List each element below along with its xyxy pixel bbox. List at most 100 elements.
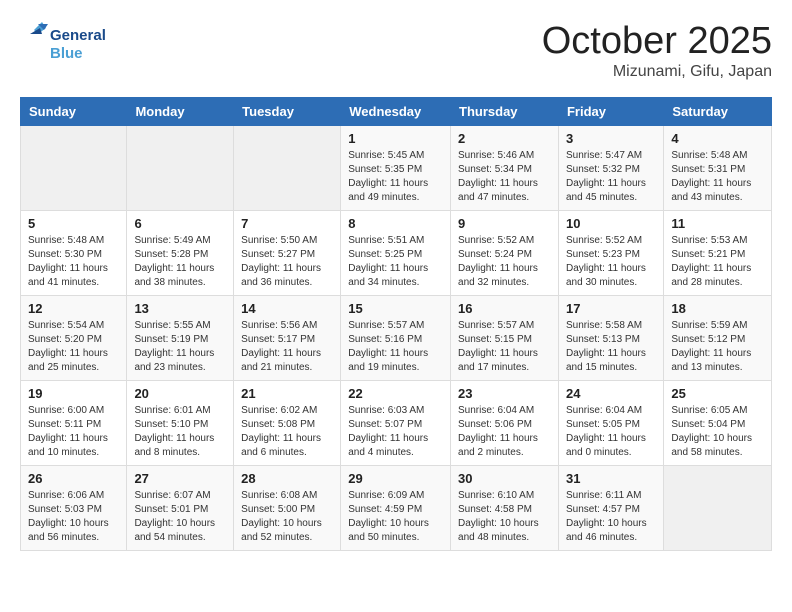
day-cell: 16 Sunrise: 5:57 AM Sunset: 5:15 PM Dayli… — [451, 296, 559, 381]
day-cell: 6Sunrise: 5:49 AM Sunset: 5:28 PM Daylig… — [127, 211, 234, 296]
calendar-table: SundayMondayTuesdayWednesdayThursdayFrid… — [20, 97, 772, 551]
day-info: Sunrise: 6:10 AM Sunset: 4:58 PM Dayligh… — [458, 489, 551, 545]
day-number: 15 — [348, 301, 443, 316]
day-header-friday: Friday — [558, 98, 663, 126]
day-info: Sunrise: 5:45 AM Sunset: 5:35 PM Dayligh… — [348, 149, 443, 205]
day-info: Sunrise: 6:08 AM Sunset: 5:00 PM Dayligh… — [241, 489, 333, 545]
day-info: Sunrise: 5:54 AM Sunset: 5:20 PM Dayligh… — [28, 319, 119, 375]
day-number: 10 — [566, 216, 656, 231]
day-info: Sunrise: 5:52 AM Sunset: 5:23 PM Dayligh… — [566, 234, 656, 290]
day-cell: 9 Sunrise: 5:52 AM Sunset: 5:24 PM Daylig… — [451, 211, 559, 296]
header: General Blue October 2025 Mizunami, Gifu… — [20, 20, 772, 81]
day-info: Sunrise: 5:59 AM Sunset: 5:12 PM Dayligh… — [671, 319, 764, 375]
day-info: Sunrise: 6:06 AM Sunset: 5:03 PM Dayligh… — [28, 489, 119, 545]
day-number: 11 — [671, 216, 764, 231]
day-info: Sunrise: 5:57 AM Sunset: 5:15 PM Dayligh… — [458, 319, 551, 375]
day-info: Sunrise: 6:09 AM Sunset: 4:59 PM Dayligh… — [348, 489, 443, 545]
day-cell: 17 Sunrise: 5:58 AM Sunset: 5:13 PM Dayli… — [558, 296, 663, 381]
day-cell: 24 Sunrise: 6:04 AM Sunset: 5:05 PM Dayli… — [558, 381, 663, 466]
header-row: SundayMondayTuesdayWednesdayThursdayFrid… — [21, 98, 772, 126]
day-number: 12 — [28, 301, 119, 316]
day-header-tuesday: Tuesday — [234, 98, 341, 126]
day-cell: 26 Sunrise: 6:06 AM Sunset: 5:03 PM Dayli… — [21, 466, 127, 551]
day-cell: 3 Sunrise: 5:47 AM Sunset: 5:32 PM Daylig… — [558, 126, 663, 211]
day-header-sunday: Sunday — [21, 98, 127, 126]
day-cell: 8 Sunrise: 5:51 AM Sunset: 5:25 PM Daylig… — [341, 211, 451, 296]
day-header-monday: Monday — [127, 98, 234, 126]
day-cell: 22Sunrise: 6:03 AM Sunset: 5:07 PM Dayli… — [341, 381, 451, 466]
day-info: Sunrise: 5:51 AM Sunset: 5:25 PM Dayligh… — [348, 234, 443, 290]
day-number: 5 — [28, 216, 119, 231]
day-number: 27 — [134, 471, 226, 486]
day-number: 25 — [671, 386, 764, 401]
day-cell: 4 Sunrise: 5:48 AM Sunset: 5:31 PM Daylig… — [664, 126, 772, 211]
day-number: 18 — [671, 301, 764, 316]
day-info: Sunrise: 5:49 AM Sunset: 5:28 PM Dayligh… — [134, 234, 226, 290]
day-info: Sunrise: 5:53 AM Sunset: 5:21 PM Dayligh… — [671, 234, 764, 290]
day-cell: 12 Sunrise: 5:54 AM Sunset: 5:20 PM Dayli… — [21, 296, 127, 381]
day-number: 22 — [348, 386, 443, 401]
day-info: Sunrise: 6:01 AM Sunset: 5:10 PM Dayligh… — [134, 404, 226, 460]
day-cell: 29 Sunrise: 6:09 AM Sunset: 4:59 PM Dayli… — [341, 466, 451, 551]
day-cell: 21Sunrise: 6:02 AM Sunset: 5:08 PM Dayli… — [234, 381, 341, 466]
day-number: 26 — [28, 471, 119, 486]
day-number: 4 — [671, 131, 764, 146]
day-number: 14 — [241, 301, 333, 316]
day-number: 24 — [566, 386, 656, 401]
day-cell: 28Sunrise: 6:08 AM Sunset: 5:00 PM Dayli… — [234, 466, 341, 551]
day-info: Sunrise: 6:02 AM Sunset: 5:08 PM Dayligh… — [241, 404, 333, 460]
day-cell: 2 Sunrise: 5:46 AM Sunset: 5:34 PM Daylig… — [451, 126, 559, 211]
day-info: Sunrise: 6:04 AM Sunset: 5:06 PM Dayligh… — [458, 404, 551, 460]
day-number: 7 — [241, 216, 333, 231]
week-row-1: 1Sunrise: 5:45 AM Sunset: 5:35 PM Daylig… — [21, 126, 772, 211]
day-cell: 14 Sunrise: 5:56 AM Sunset: 5:17 PM Dayli… — [234, 296, 341, 381]
day-number: 13 — [134, 301, 226, 316]
day-cell: 7 Sunrise: 5:50 AM Sunset: 5:27 PM Daylig… — [234, 211, 341, 296]
day-number: 19 — [28, 386, 119, 401]
logo-svg: General Blue — [20, 20, 130, 68]
day-number: 8 — [348, 216, 443, 231]
svg-text:Blue: Blue — [50, 45, 83, 62]
month-title: October 2025 — [542, 20, 772, 63]
day-number: 30 — [458, 471, 551, 486]
day-header-wednesday: Wednesday — [341, 98, 451, 126]
day-cell: 5Sunrise: 5:48 AM Sunset: 5:30 PM Daylig… — [21, 211, 127, 296]
day-cell: 15 Sunrise: 5:57 AM Sunset: 5:16 PM Dayli… — [341, 296, 451, 381]
week-row-5: 26 Sunrise: 6:06 AM Sunset: 5:03 PM Dayli… — [21, 466, 772, 551]
week-row-2: 5Sunrise: 5:48 AM Sunset: 5:30 PM Daylig… — [21, 211, 772, 296]
day-cell — [127, 126, 234, 211]
day-cell: 27Sunrise: 6:07 AM Sunset: 5:01 PM Dayli… — [127, 466, 234, 551]
day-header-saturday: Saturday — [664, 98, 772, 126]
day-info: Sunrise: 5:57 AM Sunset: 5:16 PM Dayligh… — [348, 319, 443, 375]
day-cell: 23Sunrise: 6:04 AM Sunset: 5:06 PM Dayli… — [451, 381, 559, 466]
day-number: 17 — [566, 301, 656, 316]
location-title: Mizunami, Gifu, Japan — [542, 63, 772, 81]
svg-text:General: General — [50, 27, 106, 44]
day-info: Sunrise: 5:48 AM Sunset: 5:31 PM Dayligh… — [671, 149, 764, 205]
title-area: October 2025 Mizunami, Gifu, Japan — [542, 20, 772, 81]
day-number: 3 — [566, 131, 656, 146]
week-row-4: 19 Sunrise: 6:00 AM Sunset: 5:11 PM Dayli… — [21, 381, 772, 466]
day-cell — [664, 466, 772, 551]
day-info: Sunrise: 5:56 AM Sunset: 5:17 PM Dayligh… — [241, 319, 333, 375]
day-info: Sunrise: 5:50 AM Sunset: 5:27 PM Dayligh… — [241, 234, 333, 290]
day-cell — [234, 126, 341, 211]
day-cell: 25Sunrise: 6:05 AM Sunset: 5:04 PM Dayli… — [664, 381, 772, 466]
day-number: 2 — [458, 131, 551, 146]
day-header-thursday: Thursday — [451, 98, 559, 126]
day-cell — [21, 126, 127, 211]
day-number: 29 — [348, 471, 443, 486]
day-number: 31 — [566, 471, 656, 486]
day-cell: 18 Sunrise: 5:59 AM Sunset: 5:12 PM Dayli… — [664, 296, 772, 381]
day-info: Sunrise: 5:47 AM Sunset: 5:32 PM Dayligh… — [566, 149, 656, 205]
day-info: Sunrise: 6:04 AM Sunset: 5:05 PM Dayligh… — [566, 404, 656, 460]
day-number: 16 — [458, 301, 551, 316]
day-info: Sunrise: 6:11 AM Sunset: 4:57 PM Dayligh… — [566, 489, 656, 545]
day-info: Sunrise: 5:52 AM Sunset: 5:24 PM Dayligh… — [458, 234, 551, 290]
day-info: Sunrise: 6:00 AM Sunset: 5:11 PM Dayligh… — [28, 404, 119, 460]
day-info: Sunrise: 5:55 AM Sunset: 5:19 PM Dayligh… — [134, 319, 226, 375]
day-cell: 20Sunrise: 6:01 AM Sunset: 5:10 PM Dayli… — [127, 381, 234, 466]
day-number: 9 — [458, 216, 551, 231]
day-info: Sunrise: 5:46 AM Sunset: 5:34 PM Dayligh… — [458, 149, 551, 205]
day-info: Sunrise: 5:58 AM Sunset: 5:13 PM Dayligh… — [566, 319, 656, 375]
